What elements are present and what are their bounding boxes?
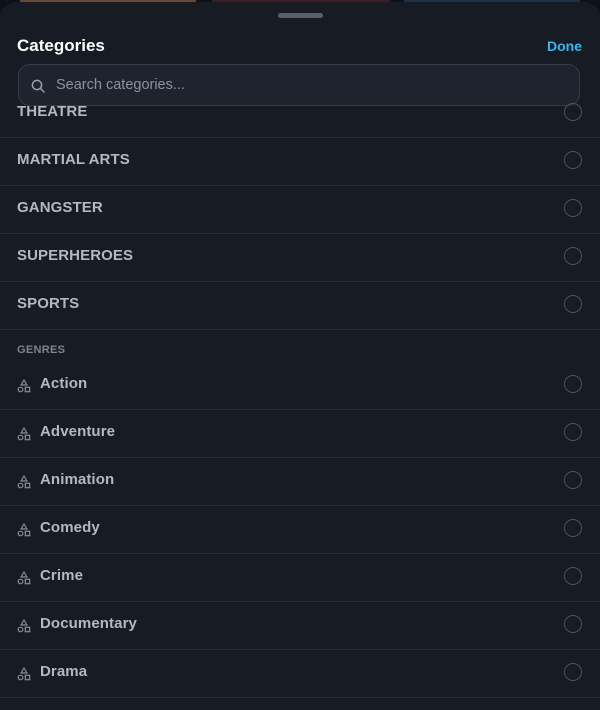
genre-icon	[17, 571, 31, 585]
category-item-theatre[interactable]: THEATRE	[0, 90, 600, 138]
genre-item-documentary[interactable]: Documentary	[0, 602, 600, 650]
category-item-superheroes[interactable]: SUPERHEROES	[0, 234, 600, 282]
genre-icon	[17, 523, 31, 537]
category-label: THEATRE	[17, 103, 88, 120]
genre-label: Drama	[40, 663, 88, 680]
drag-handle[interactable]	[278, 13, 323, 18]
radio-button[interactable]	[564, 519, 582, 537]
genre-item-comedy[interactable]: Comedy	[0, 506, 600, 554]
genre-icon	[17, 667, 31, 681]
genre-label: Animation	[40, 471, 115, 488]
genre-label: Comedy	[40, 519, 100, 536]
category-label: MARTIAL ARTS	[17, 151, 130, 168]
category-item-martial-arts[interactable]: MARTIAL ARTS	[0, 138, 600, 186]
genre-label: Crime	[40, 567, 84, 584]
genre-icon	[17, 379, 31, 393]
radio-button[interactable]	[564, 103, 582, 121]
radio-button[interactable]	[564, 151, 582, 169]
radio-button[interactable]	[564, 247, 582, 265]
radio-button[interactable]	[564, 615, 582, 633]
genre-label: Adventure	[40, 423, 116, 440]
radio-button[interactable]	[564, 663, 582, 681]
radio-button[interactable]	[564, 375, 582, 393]
category-label: SUPERHEROES	[17, 247, 134, 264]
radio-button[interactable]	[564, 423, 582, 441]
category-item-gangster[interactable]: GANGSTER	[0, 186, 600, 234]
radio-button[interactable]	[564, 295, 582, 313]
done-button[interactable]: Done	[547, 38, 582, 54]
genre-item-adventure[interactable]: Adventure	[0, 410, 600, 458]
radio-button[interactable]	[564, 567, 582, 585]
genre-icon	[17, 619, 31, 633]
section-header-genres: GENRES	[17, 344, 66, 356]
genre-item-action[interactable]: Action	[0, 362, 600, 410]
genre-item-animation[interactable]: Animation	[0, 458, 600, 506]
sheet-title: Categories	[17, 36, 105, 55]
genre-item-drama[interactable]: Drama	[0, 650, 600, 698]
genre-label: Action	[40, 375, 88, 392]
category-label: SPORTS	[17, 295, 80, 312]
genre-label: Documentary	[40, 615, 137, 632]
genre-item-crime[interactable]: Crime	[0, 554, 600, 602]
genre-icon	[17, 475, 31, 489]
radio-button[interactable]	[564, 199, 582, 217]
category-item-sports[interactable]: SPORTS	[0, 282, 600, 330]
genre-icon	[17, 427, 31, 441]
categories-bottom-sheet: Categories Done Search categories... THE…	[0, 2, 600, 710]
category-label: GANGSTER	[17, 199, 103, 216]
radio-button[interactable]	[564, 471, 582, 489]
